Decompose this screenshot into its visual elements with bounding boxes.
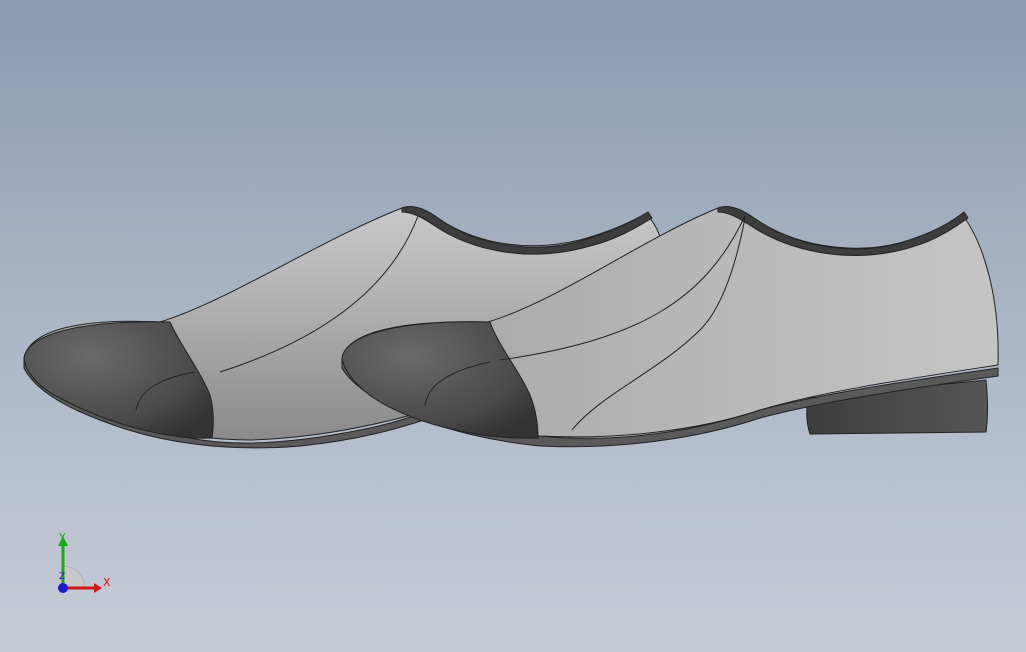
coordinate-triad: Y X Z bbox=[40, 528, 130, 608]
triad-x-arrow bbox=[94, 583, 102, 593]
graphics-viewport[interactable]: Y X Z bbox=[0, 0, 1026, 652]
triad-axes bbox=[58, 536, 102, 593]
shoe-model-view[interactable] bbox=[0, 0, 1026, 652]
triad-y-label: Y bbox=[59, 531, 66, 544]
triad-z-label: Z bbox=[59, 572, 66, 582]
triad-z-axis bbox=[58, 583, 68, 593]
triad-x-label: X bbox=[103, 576, 111, 589]
